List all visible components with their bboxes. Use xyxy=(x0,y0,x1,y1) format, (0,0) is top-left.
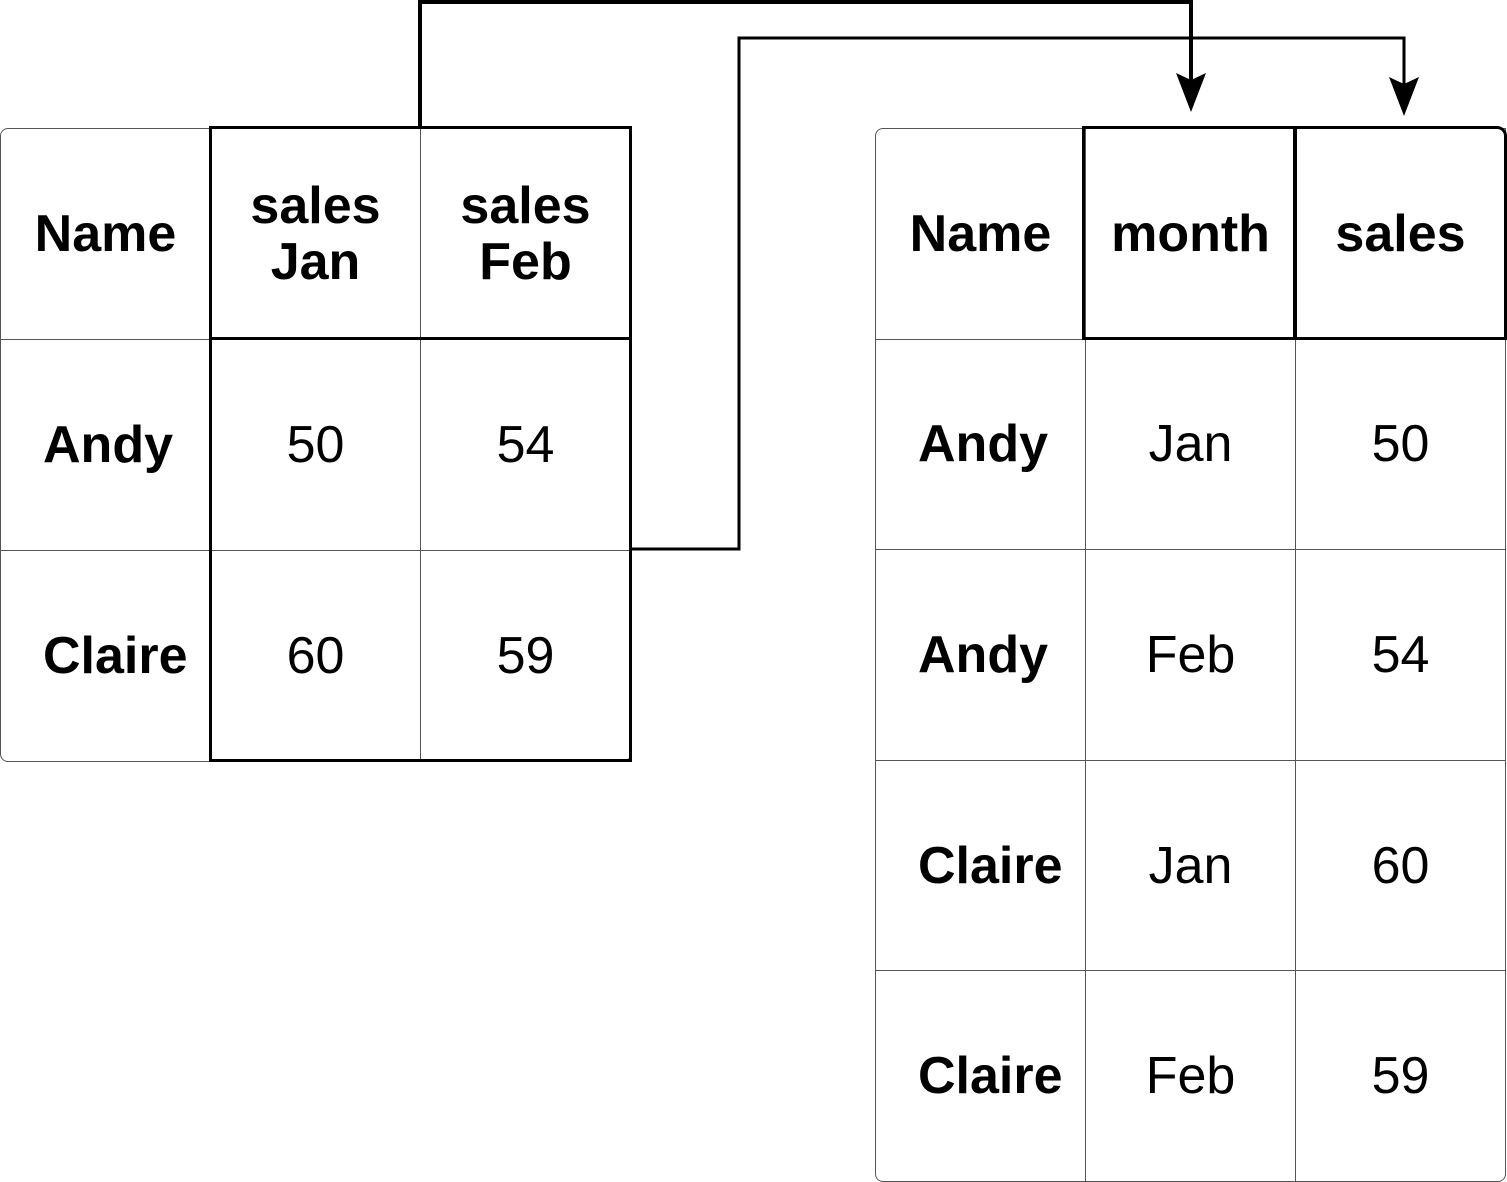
arrow-values-to-sales xyxy=(631,36,1406,551)
connector-arrows xyxy=(418,0,1419,551)
arrow-column-names-to-month xyxy=(418,0,1193,128)
